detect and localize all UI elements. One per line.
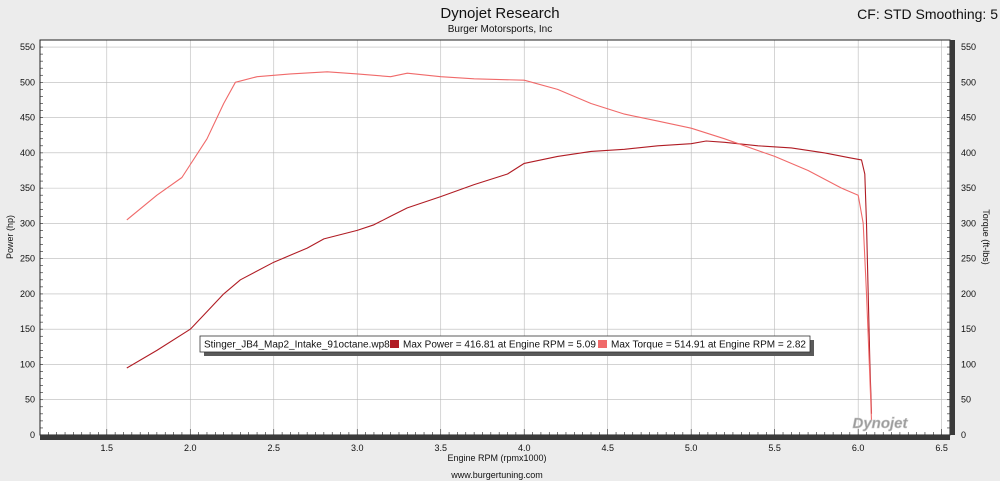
y2-tick-label: 200 (961, 289, 976, 299)
x-tick-label: 3.0 (351, 443, 364, 453)
y2-tick-label: 450 (961, 113, 976, 123)
y-tick-label: 250 (20, 254, 35, 264)
plot-area (40, 40, 950, 435)
y-tick-label: 300 (20, 218, 35, 228)
legend-torque-swatch (598, 340, 607, 348)
y2-tick-label: 50 (961, 395, 971, 405)
x-tick-label: 5.5 (768, 443, 781, 453)
x-tick-label: 6.5 (935, 443, 948, 453)
x-tick-label: 5.0 (685, 443, 698, 453)
legend-power-text: Max Power = 416.81 at Engine RPM = 5.09 (403, 340, 596, 351)
legend-run-name: Stinger_JB4_Map2_Intake_91octane.wp8 (204, 340, 390, 351)
y-tick-label: 550 (20, 42, 35, 52)
y-tick-label: 150 (20, 324, 35, 334)
y-tick-label: 450 (20, 113, 35, 123)
y2-tick-label: 100 (961, 359, 976, 369)
y2-tick-label: 350 (961, 183, 976, 193)
x-tick-label: 6.0 (852, 443, 865, 453)
chart-title: Dynojet Research (440, 5, 559, 22)
legend: Stinger_JB4_Map2_Intake_91octane.wp8 Max… (199, 335, 814, 356)
y2-tick-label: 550 (961, 42, 976, 52)
y2-axis-label: Torque (ft-lbs) (981, 209, 991, 265)
x-tick-label: 1.5 (101, 443, 114, 453)
x-tick-label: 2.0 (184, 443, 197, 453)
x-tick-label: 4.5 (601, 443, 614, 453)
y2-tick-label: 0 (961, 430, 966, 440)
y2-tick-label: 150 (961, 324, 976, 334)
bottom-axis-bar (40, 435, 950, 440)
y-tick-label: 100 (20, 359, 35, 369)
y-tick-label: 350 (20, 183, 35, 193)
y2-tick-label: 500 (961, 77, 976, 87)
y-axis-label: Power (hp) (5, 215, 15, 259)
y-tick-label: 50 (25, 395, 35, 405)
right-axis-bar (950, 40, 955, 435)
legend-torque-text: Max Torque = 514.91 at Engine RPM = 2.82 (611, 340, 806, 351)
x-tick-label: 4.0 (518, 443, 531, 453)
y-tick-label: 200 (20, 289, 35, 299)
chart-settings: CF: STD Smoothing: 5 (857, 6, 998, 22)
x-tick-label: 3.5 (434, 443, 447, 453)
y2-tick-label: 300 (961, 218, 976, 228)
chart-subtitle: Burger Motorsports, Inc (448, 24, 552, 35)
x-tick-label: 2.5 (268, 443, 281, 453)
y-tick-label: 500 (20, 77, 35, 87)
dynojet-logo: Dynojet (852, 415, 909, 433)
y2-tick-label: 250 (961, 254, 976, 264)
y2-tick-label: 400 (961, 148, 976, 158)
dyno-chart: 1.5 2.0 2.5 3.0 3.5 4.0 4.5 5.0 5.5 6.0 6.5 0 50 100… (0, 0, 1000, 481)
y-tick-label: 0 (30, 430, 35, 440)
legend-power-swatch (390, 340, 399, 348)
y-tick-label: 400 (20, 148, 35, 158)
footer-url: www.burgertuning.com (450, 470, 543, 480)
dynojet-watermark: Dynojet (852, 415, 908, 432)
x-axis-label: Engine RPM (rpmx1000) (447, 453, 546, 463)
